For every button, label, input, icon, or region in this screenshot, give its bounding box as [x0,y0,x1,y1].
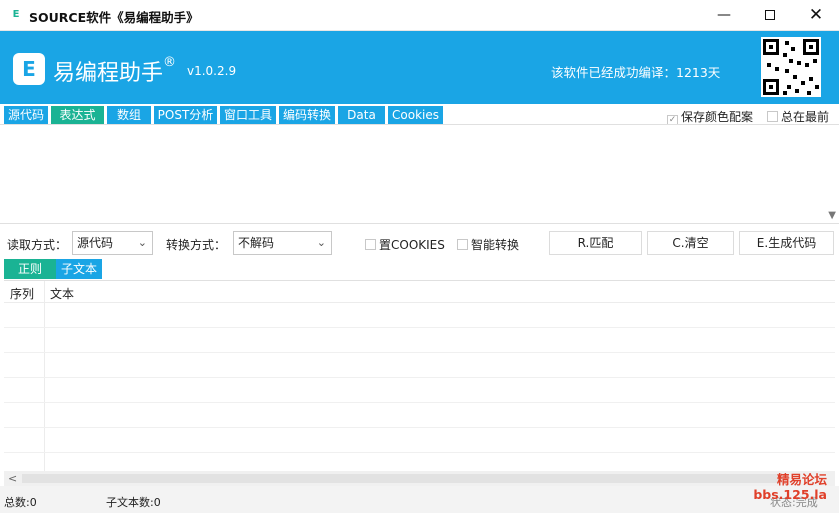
brand-text: 易编程助手 [53,61,164,86]
convert-mode-label: 转换方式： [166,238,227,252]
column-index-header[interactable]: 序列 [10,285,34,302]
convert-mode-select[interactable]: 不解码 ⌄ [233,231,332,255]
chevron-down-icon: ⌄ [316,236,326,249]
convert-mode-value: 不解码 [238,236,275,250]
tab-array[interactable]: 数组 [107,106,151,124]
qr-code [761,37,821,97]
table-row[interactable] [4,403,835,428]
window-title: SOURCE软件《易编程助手》 [29,10,199,25]
result-table[interactable]: 序列 文本 [4,280,835,472]
tab-encoding[interactable]: 编码转换 [279,106,335,124]
read-mode-value: 源代码 [77,236,114,250]
forum-watermark: 精易论坛 bbs.125.la [753,472,827,502]
horizontal-scrollbar[interactable]: < [4,471,835,486]
scrollbar-thumb[interactable] [22,474,782,483]
brand-title: 易编程助手® [53,55,176,87]
watermark-line1: 精易论坛 [776,472,827,487]
checkbox-box [457,239,468,250]
options-row: 读取方式： 源代码 ⌄ 转换方式： 不解码 ⌄ 置COOKIES 智能转换 R.… [0,225,839,259]
cookies-label: 置COOKIES [379,238,445,252]
read-mode-select[interactable]: 源代码 ⌄ [72,231,153,255]
chevron-down-icon: ⌄ [137,236,147,249]
always-top-label: 总在最前 [781,110,830,124]
tab-subtext[interactable]: 子文本 [56,259,102,279]
tab-cookies[interactable]: Cookies [388,106,443,124]
tab-window-tools[interactable]: 窗口工具 [220,106,276,124]
minimize-icon: — [717,7,731,23]
tab-post-analysis[interactable]: POST分析 [154,106,217,124]
app-logo: E [13,53,45,85]
subtext-count: 子文本数:0 [106,496,161,509]
expression-input[interactable]: ▼ [0,124,839,224]
app-icon: E [12,9,20,20]
tab-regex[interactable]: 正则 [4,259,56,279]
result-tabbar: 正则 子文本 [0,259,839,279]
table-row[interactable] [4,378,835,403]
table-row[interactable] [4,428,835,453]
cookies-checkbox[interactable]: 置COOKIES [365,236,445,253]
save-color-label: 保存颜色配案 [681,110,754,124]
tab-expression[interactable]: 表达式 [51,106,104,124]
header-banner: E 易编程助手® v1.0.2.9 该软件已经成功编译：1213天 [0,31,839,104]
total-count: 总数:0 [4,496,37,509]
smart-convert-label: 智能转换 [471,238,520,252]
table-row[interactable] [4,303,835,328]
smart-convert-checkbox[interactable]: 智能转换 [457,236,519,253]
title-bar: E SOURCE软件《易编程助手》 — ✕ [0,0,839,31]
tab-source[interactable]: 源代码 [4,106,48,124]
tab-data[interactable]: Data [338,106,385,124]
version-label: v1.0.2.9 [187,64,237,78]
match-button[interactable]: R.匹配 [549,231,642,255]
table-header: 序列 文本 [4,281,835,303]
table-row[interactable] [4,353,835,378]
chevron-down-icon[interactable]: ▼ [828,210,836,221]
maximize-icon [765,10,775,20]
watermark-line2: bbs.125.la [753,487,827,502]
minimize-button[interactable]: — [701,0,747,31]
checkbox-box [365,239,376,250]
close-button[interactable]: ✕ [793,0,839,31]
checkbox-box [767,111,778,122]
status-bar: 总数:0 子文本数:0 状态:完成 [0,486,839,513]
chevron-left-icon[interactable]: < [8,471,17,486]
generate-code-button[interactable]: E.生成代码 [739,231,834,255]
always-top-checkbox[interactable]: 总在最前 [767,108,829,125]
close-icon: ✕ [808,5,824,25]
registered-mark: ® [163,55,177,70]
compile-info: 该软件已经成功编译：1213天 [551,65,721,80]
clear-button[interactable]: C.清空 [647,231,734,255]
column-text-header[interactable]: 文本 [50,285,74,302]
table-row[interactable] [4,328,835,353]
maximize-button[interactable] [747,0,793,31]
read-mode-label: 读取方式： [7,238,68,252]
